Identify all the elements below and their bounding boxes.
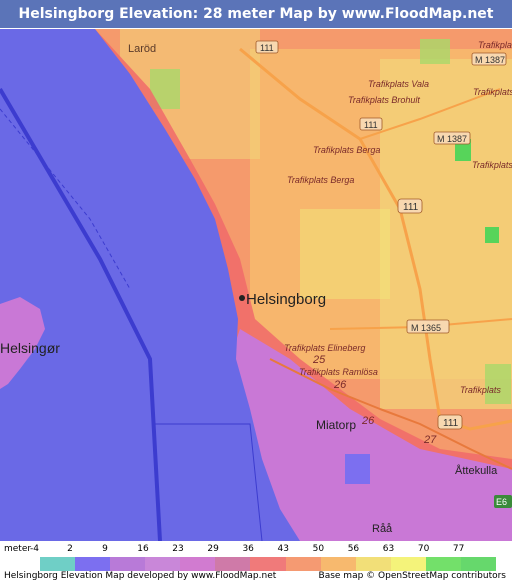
road-shield-label: M 1365 bbox=[411, 323, 441, 333]
place-label-trafikplats-berga: Trafikplats Berga bbox=[313, 145, 380, 155]
place-label-helsingborg: Helsingborg bbox=[246, 291, 326, 308]
legend-swatch bbox=[215, 557, 251, 571]
place-label-trafikplats: Trafikplats bbox=[460, 385, 501, 395]
legend-swatch bbox=[110, 557, 146, 571]
legend-value-label: 43 bbox=[277, 544, 289, 554]
legend-value-label: 56 bbox=[347, 544, 360, 554]
place-label-miatorp: Miatorp bbox=[316, 418, 356, 432]
road-number: 26 bbox=[333, 379, 347, 391]
road-shield-label: M 1387 bbox=[475, 55, 505, 65]
place-label-trafikplats: Trafikplats bbox=[473, 87, 512, 97]
legend-value-label: 50 bbox=[312, 544, 325, 554]
location-marker-icon bbox=[239, 295, 245, 301]
low-land bbox=[345, 454, 370, 484]
footer-credit: Helsingborg Elevation Map developed by w… bbox=[4, 571, 277, 581]
legend-swatch bbox=[145, 557, 181, 571]
map-title: Helsingborg Elevation: 28 meter Map by w… bbox=[0, 0, 512, 50]
road-shield-label: E6 bbox=[496, 497, 507, 507]
road-number: 26 bbox=[361, 415, 375, 427]
green-patch bbox=[485, 227, 499, 243]
road-shield-label: 111 bbox=[364, 120, 378, 130]
legend-swatch bbox=[320, 557, 357, 571]
legend-swatch bbox=[75, 557, 111, 571]
road-number: 25 bbox=[312, 354, 326, 366]
road-shield-label: 111 bbox=[260, 43, 274, 53]
place-label-helsingor: Helsingør bbox=[0, 340, 60, 356]
place-label-attekulla: Åttekulla bbox=[455, 464, 498, 477]
legend-unit-label: meter bbox=[4, 544, 32, 554]
place-label-trafikplats: Trafikplats bbox=[472, 160, 512, 170]
legend-value-label: 77 bbox=[452, 544, 465, 554]
road-shield-label: 111 bbox=[443, 418, 459, 429]
legend-swatch bbox=[40, 557, 76, 571]
legend-swatch bbox=[460, 557, 497, 571]
place-label-trafikplats-ramlosa: Trafikplats Ramlösa bbox=[299, 367, 378, 377]
road-number: 27 bbox=[423, 434, 437, 446]
legend-value-label: 70 bbox=[417, 544, 430, 554]
legend-value-label: 29 bbox=[207, 544, 219, 554]
legend-swatch bbox=[390, 557, 427, 571]
footer-attribution: Base map © OpenStreetMap contributors bbox=[318, 571, 506, 581]
legend-value-label: 9 bbox=[102, 544, 108, 554]
legend-swatch bbox=[285, 557, 322, 571]
legend-value-label: -4 bbox=[30, 544, 39, 554]
place-label-raa: Råå bbox=[372, 523, 393, 535]
place-label-trafikplats-elineberg: Trafikplats Elineberg bbox=[284, 343, 365, 353]
road-shield-label: 111 bbox=[403, 202, 419, 213]
legend-value-label: 36 bbox=[242, 544, 254, 554]
green-patch bbox=[420, 39, 450, 64]
green-patch bbox=[485, 364, 511, 404]
legend-value-label: 63 bbox=[382, 544, 395, 554]
legend-swatch bbox=[180, 557, 216, 571]
legend-value-label: 16 bbox=[137, 544, 149, 554]
elevation-legend: meter -4 2 9 16 23 29 36 43 50 56 63 70 77 Helsingbo… bbox=[0, 541, 512, 582]
place-label-trafikplats-brohult: Trafikplats Brohult bbox=[348, 95, 420, 105]
legend-value-label: 2 bbox=[67, 544, 73, 554]
place-label-larod: Laröd bbox=[128, 43, 156, 55]
elevation-map[interactable]: Laröd Helsingborg Helsingør Miatorp Åtte… bbox=[0, 29, 512, 541]
place-label-trafikplats-vala: Trafikplats Vala bbox=[368, 79, 429, 89]
legend-swatch bbox=[355, 557, 392, 571]
place-label-trafikplats-berga: Trafikplats Berga bbox=[287, 175, 354, 185]
upland-patch bbox=[300, 209, 390, 299]
legend-swatch bbox=[250, 557, 287, 571]
place-label-trafikplats: Trafikplats bbox=[478, 40, 512, 50]
road-shield-label: M 1387 bbox=[437, 134, 467, 144]
legend-swatch bbox=[425, 557, 462, 571]
legend-value-label: 23 bbox=[172, 544, 184, 554]
